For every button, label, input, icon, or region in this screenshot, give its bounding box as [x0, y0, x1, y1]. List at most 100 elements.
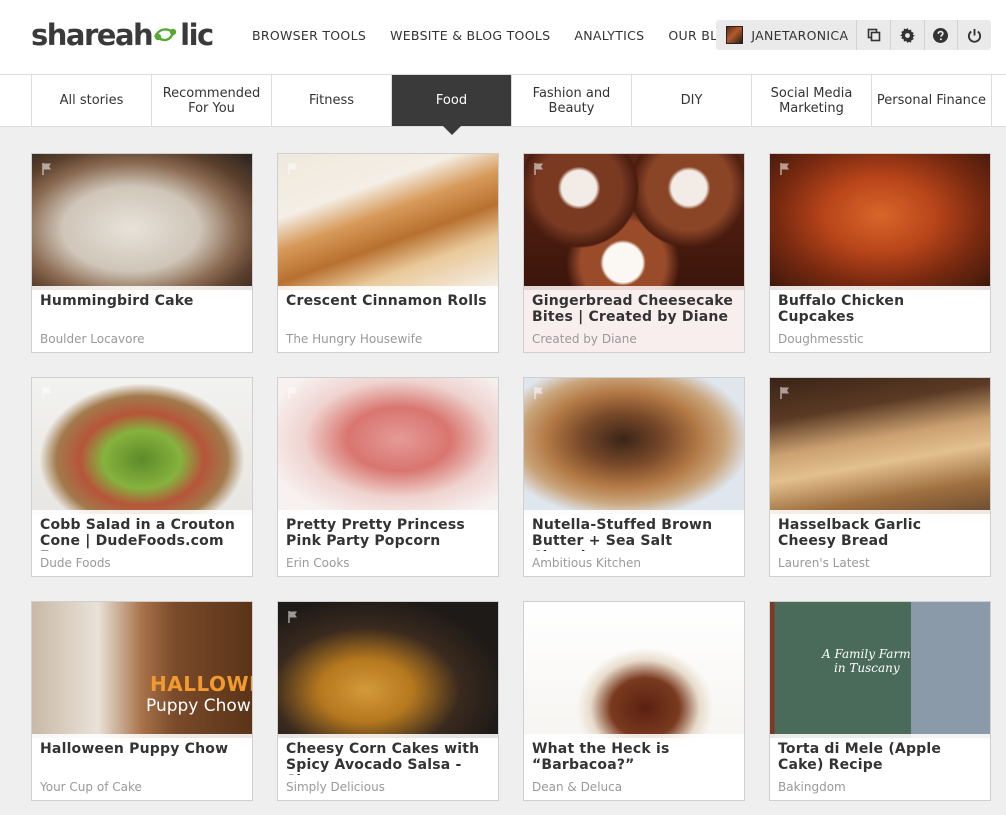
- story-info: Gingerbread Cheesecake Bites | Created b…: [524, 286, 744, 352]
- story-image: [770, 154, 990, 290]
- flag-icon[interactable]: [41, 386, 55, 400]
- story-source: Dean & Deluca: [532, 780, 623, 794]
- help-icon: [933, 27, 949, 43]
- story-card[interactable]: Cheesy Corn Cakes with Spicy Avocado Sal…: [277, 601, 499, 801]
- story-info: Torta di Mele (Apple Cake) Recipe Baking…: [770, 734, 990, 800]
- story-card[interactable]: Gingerbread Cheesecake Bites | Created b…: [523, 153, 745, 353]
- avatar[interactable]: [726, 26, 744, 44]
- story-card[interactable]: What the Heck is “Barbacoa?” Dean & Delu…: [523, 601, 745, 801]
- story-source: Bakingdom: [778, 780, 846, 794]
- story-image: [278, 378, 498, 514]
- username[interactable]: JANETARONICA: [751, 28, 848, 43]
- logout-button[interactable]: [957, 20, 991, 50]
- story-image: [524, 154, 744, 290]
- story-source: Simply Delicious: [286, 780, 385, 794]
- nav-browser-tools[interactable]: BROWSER TOOLS: [252, 28, 366, 43]
- story-image: [770, 378, 990, 514]
- category-tabs: All stories Recommended For You Fitness …: [31, 75, 1006, 135]
- story-info: Hummingbird Cake Boulder Locavore: [32, 286, 252, 352]
- story-image: [278, 154, 498, 290]
- flag-icon[interactable]: [287, 162, 301, 176]
- flag-icon[interactable]: [287, 386, 301, 400]
- tab-food[interactable]: Food: [392, 75, 512, 135]
- story-source: Boulder Locavore: [40, 332, 145, 346]
- story-info: Crescent Cinnamon Rolls The Hungry House…: [278, 286, 498, 352]
- story-source: Created by Diane: [532, 332, 637, 346]
- nav-website-blog-tools[interactable]: WEBSITE & BLOG TOOLS: [390, 28, 550, 43]
- story-source: Lauren's Latest: [778, 556, 870, 570]
- story-source: Erin Cooks: [286, 556, 350, 570]
- tab-diy[interactable]: DIY: [632, 75, 752, 126]
- story-image: [32, 602, 252, 738]
- copy-button[interactable]: [856, 20, 890, 50]
- logo-text-right: lic: [180, 18, 214, 52]
- tab-personal-finance[interactable]: Personal Finance: [872, 75, 992, 126]
- image-overlay-subtitle: in Tuscany: [834, 661, 900, 675]
- story-info: Hasselback Garlic Cheesy Bread Lauren's …: [770, 510, 990, 576]
- story-title[interactable]: Nutella-Stuffed Brown Butter + Sea Salt …: [532, 517, 736, 551]
- tab-all-stories[interactable]: All stories: [32, 75, 152, 126]
- flag-icon[interactable]: [41, 162, 55, 176]
- user-menu: JANETARONICA: [716, 20, 991, 50]
- story-info: Buffalo Chicken Cupcakes Doughmesstic: [770, 286, 990, 352]
- copy-icon: [867, 28, 880, 42]
- story-title[interactable]: Pretty Pretty Princess Pink Party Popcor…: [286, 517, 490, 551]
- gear-icon: [899, 27, 915, 43]
- story-card[interactable]: Nutella-Stuffed Brown Butter + Sea Salt …: [523, 377, 745, 577]
- story-image: [278, 602, 498, 738]
- main-nav: BROWSER TOOLS WEBSITE & BLOG TOOLS ANALY…: [252, 28, 761, 43]
- story-image: [32, 154, 252, 290]
- flag-icon[interactable]: [533, 162, 547, 176]
- tab-fashion-beauty[interactable]: Fashion and Beauty: [512, 75, 632, 126]
- image-overlay-subtitle: Puppy Chow: [146, 696, 251, 716]
- flag-icon[interactable]: [533, 386, 547, 400]
- story-title[interactable]: Gingerbread Cheesecake Bites | Created b…: [532, 293, 736, 327]
- story-card[interactable]: Crescent Cinnamon Rolls The Hungry House…: [277, 153, 499, 353]
- story-source: Dude Foods: [40, 556, 111, 570]
- story-title[interactable]: Cobb Salad in a Crouton Cone | DudeFoods…: [40, 517, 244, 551]
- logo-text-left: shareah: [31, 18, 154, 52]
- top-bar: shareah lic BROWSER TOOLS WEBSITE & BLOG …: [0, 0, 1006, 75]
- story-image: [32, 378, 252, 514]
- nav-analytics[interactable]: ANALYTICS: [574, 28, 644, 43]
- story-title[interactable]: Hasselback Garlic Cheesy Bread: [778, 517, 982, 551]
- power-icon: [968, 28, 982, 43]
- story-title[interactable]: Hummingbird Cake: [40, 293, 244, 327]
- story-title[interactable]: Torta di Mele (Apple Cake) Recipe: [778, 741, 982, 775]
- story-title[interactable]: Crescent Cinnamon Rolls: [286, 293, 490, 327]
- flag-icon[interactable]: [779, 162, 793, 176]
- image-overlay-title: A Family Farm: [822, 647, 911, 661]
- story-title[interactable]: Buffalo Chicken Cupcakes: [778, 293, 982, 327]
- tab-recommended[interactable]: Recommended For You: [152, 75, 272, 126]
- story-title[interactable]: Halloween Puppy Chow: [40, 741, 244, 775]
- settings-button[interactable]: [889, 20, 924, 50]
- story-info: What the Heck is “Barbacoa?” Dean & Delu…: [524, 734, 744, 800]
- story-card[interactable]: Buffalo Chicken Cupcakes Doughmesstic: [769, 153, 991, 353]
- shareaholic-logo[interactable]: shareah lic: [31, 18, 214, 52]
- tab-fitness[interactable]: Fitness: [272, 75, 392, 126]
- image-overlay-title: HALLOWEEN: [150, 672, 252, 696]
- flag-icon[interactable]: [779, 386, 793, 400]
- story-title[interactable]: What the Heck is “Barbacoa?”: [532, 741, 736, 775]
- story-image: [524, 602, 744, 738]
- story-title[interactable]: Cheesy Corn Cakes with Spicy Avocado Sal…: [286, 741, 490, 775]
- story-source: Ambitious Kitchen: [532, 556, 642, 570]
- story-info: Pretty Pretty Princess Pink Party Popcor…: [278, 510, 498, 576]
- story-card[interactable]: Hummingbird Cake Boulder Locavore: [31, 153, 253, 353]
- story-card[interactable]: HALLOWEEN Puppy Chow Halloween Puppy Cho…: [31, 601, 253, 801]
- tab-bar-spacer: [0, 75, 31, 127]
- flag-icon[interactable]: [287, 610, 301, 624]
- story-info: Cheesy Corn Cakes with Spicy Avocado Sal…: [278, 734, 498, 800]
- share-glyph-icon: [153, 27, 179, 43]
- story-card[interactable]: Hasselback Garlic Cheesy Bread Lauren's …: [769, 377, 991, 577]
- story-card[interactable]: A Family Farm in Tuscany Torta di Mele (…: [769, 601, 991, 801]
- story-info: Halloween Puppy Chow Your Cup of Cake: [32, 734, 252, 800]
- story-source: Your Cup of Cake: [40, 780, 142, 794]
- help-button[interactable]: [923, 20, 958, 50]
- story-info: Nutella-Stuffed Brown Butter + Sea Salt …: [524, 510, 744, 576]
- story-card[interactable]: Pretty Pretty Princess Pink Party Popcor…: [277, 377, 499, 577]
- story-info: Cobb Salad in a Crouton Cone | DudeFoods…: [32, 510, 252, 576]
- story-image: [524, 378, 744, 514]
- story-card[interactable]: Cobb Salad in a Crouton Cone | DudeFoods…: [31, 377, 253, 577]
- tab-social-media-marketing[interactable]: Social Media Marketing: [752, 75, 872, 126]
